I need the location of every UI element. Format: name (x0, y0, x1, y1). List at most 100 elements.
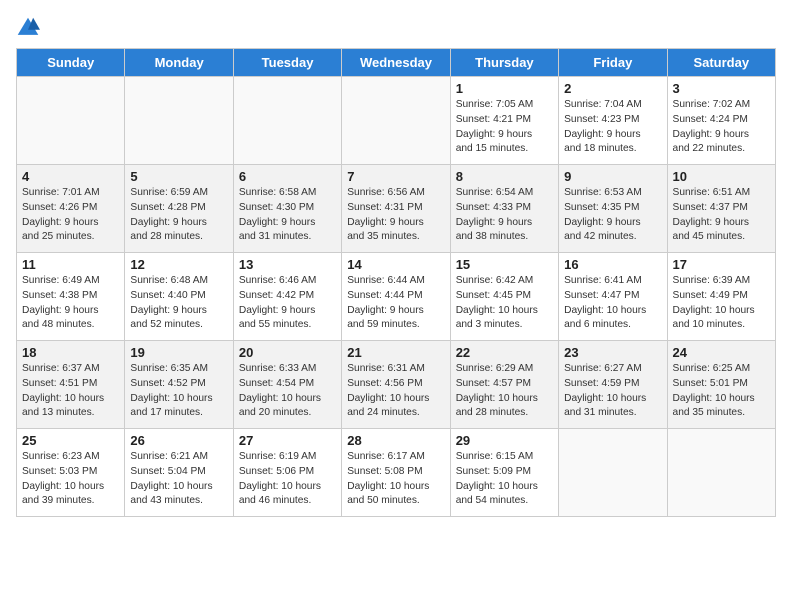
weekday-header-monday: Monday (125, 49, 233, 77)
day-info: Sunrise: 6:27 AM Sunset: 4:59 PM Dayligh… (564, 362, 661, 421)
day-info: Sunrise: 6:46 AM Sunset: 4:42 PM Dayligh… (239, 274, 336, 333)
day-info: Sunrise: 6:49 AM Sunset: 4:38 PM Dayligh… (22, 274, 119, 333)
day-info: Sunrise: 6:53 AM Sunset: 4:35 PM Dayligh… (564, 186, 661, 245)
table-row: 14 Sunrise: 6:44 AM Sunset: 4:44 PM Dayli… (342, 253, 450, 341)
table-row: 19 Sunrise: 6:35 AM Sunset: 4:52 PM Dayli… (125, 341, 233, 429)
day-number: 20 (239, 345, 336, 360)
table-row (233, 77, 341, 165)
day-number: 25 (22, 433, 119, 448)
day-info: Sunrise: 6:21 AM Sunset: 5:04 PM Dayligh… (130, 450, 227, 509)
day-info: Sunrise: 6:48 AM Sunset: 4:40 PM Dayligh… (130, 274, 227, 333)
table-row: 3 Sunrise: 7:02 AM Sunset: 4:24 PM Daylig… (667, 77, 775, 165)
table-row: 7 Sunrise: 6:56 AM Sunset: 4:31 PM Daylig… (342, 165, 450, 253)
table-row (17, 77, 125, 165)
table-row (342, 77, 450, 165)
table-row: 25 Sunrise: 6:23 AM Sunset: 5:03 PM Dayli… (17, 429, 125, 517)
calendar: SundayMondayTuesdayWednesdayThursdayFrid… (16, 48, 776, 517)
table-row: 29 Sunrise: 6:15 AM Sunset: 5:09 PM Dayli… (450, 429, 558, 517)
day-number: 18 (22, 345, 119, 360)
day-info: Sunrise: 6:58 AM Sunset: 4:30 PM Dayligh… (239, 186, 336, 245)
calendar-row-1: 1 Sunrise: 7:05 AM Sunset: 4:21 PM Daylig… (17, 77, 776, 165)
day-number: 3 (673, 81, 770, 96)
day-info: Sunrise: 7:05 AM Sunset: 4:21 PM Dayligh… (456, 98, 553, 157)
day-number: 27 (239, 433, 336, 448)
day-info: Sunrise: 6:29 AM Sunset: 4:57 PM Dayligh… (456, 362, 553, 421)
table-row: 20 Sunrise: 6:33 AM Sunset: 4:54 PM Dayli… (233, 341, 341, 429)
day-info: Sunrise: 6:44 AM Sunset: 4:44 PM Dayligh… (347, 274, 444, 333)
table-row: 8 Sunrise: 6:54 AM Sunset: 4:33 PM Daylig… (450, 165, 558, 253)
day-number: 12 (130, 257, 227, 272)
day-number: 24 (673, 345, 770, 360)
table-row: 6 Sunrise: 6:58 AM Sunset: 4:30 PM Daylig… (233, 165, 341, 253)
table-row (125, 77, 233, 165)
day-number: 14 (347, 257, 444, 272)
table-row: 1 Sunrise: 7:05 AM Sunset: 4:21 PM Daylig… (450, 77, 558, 165)
table-row: 27Sunrise: 6:19 AM Sunset: 5:06 PM Dayli… (233, 429, 341, 517)
day-number: 9 (564, 169, 661, 184)
day-number: 10 (673, 169, 770, 184)
weekday-header-tuesday: Tuesday (233, 49, 341, 77)
day-info: Sunrise: 6:33 AM Sunset: 4:54 PM Dayligh… (239, 362, 336, 421)
day-info: Sunrise: 6:51 AM Sunset: 4:37 PM Dayligh… (673, 186, 770, 245)
day-number: 5 (130, 169, 227, 184)
table-row: 4Sunrise: 7:01 AM Sunset: 4:26 PM Daylig… (17, 165, 125, 253)
day-number: 6 (239, 169, 336, 184)
table-row: 16 Sunrise: 6:41 AM Sunset: 4:47 PM Dayli… (559, 253, 667, 341)
day-number: 11 (22, 257, 119, 272)
day-info: Sunrise: 7:04 AM Sunset: 4:23 PM Dayligh… (564, 98, 661, 157)
day-number: 1 (456, 81, 553, 96)
day-number: 21 (347, 345, 444, 360)
day-info: Sunrise: 6:56 AM Sunset: 4:31 PM Dayligh… (347, 186, 444, 245)
logo (16, 16, 44, 40)
calendar-row-5: 25 Sunrise: 6:23 AM Sunset: 5:03 PM Dayli… (17, 429, 776, 517)
table-row: 17Sunrise: 6:39 AM Sunset: 4:49 PM Dayli… (667, 253, 775, 341)
day-number: 15 (456, 257, 553, 272)
table-row (667, 429, 775, 517)
weekday-header-friday: Friday (559, 49, 667, 77)
calendar-row-2: 4Sunrise: 7:01 AM Sunset: 4:26 PM Daylig… (17, 165, 776, 253)
header (16, 16, 776, 40)
day-info: Sunrise: 6:54 AM Sunset: 4:33 PM Dayligh… (456, 186, 553, 245)
day-number: 16 (564, 257, 661, 272)
day-number: 8 (456, 169, 553, 184)
day-number: 2 (564, 81, 661, 96)
day-info: Sunrise: 6:25 AM Sunset: 5:01 PM Dayligh… (673, 362, 770, 421)
day-info: Sunrise: 6:35 AM Sunset: 4:52 PM Dayligh… (130, 362, 227, 421)
weekday-header-thursday: Thursday (450, 49, 558, 77)
day-info: Sunrise: 6:42 AM Sunset: 4:45 PM Dayligh… (456, 274, 553, 333)
day-number: 23 (564, 345, 661, 360)
day-info: Sunrise: 6:31 AM Sunset: 4:56 PM Dayligh… (347, 362, 444, 421)
table-row (559, 429, 667, 517)
table-row: 22Sunrise: 6:29 AM Sunset: 4:57 PM Dayli… (450, 341, 558, 429)
day-info: Sunrise: 6:17 AM Sunset: 5:08 PM Dayligh… (347, 450, 444, 509)
table-row: 13Sunrise: 6:46 AM Sunset: 4:42 PM Dayli… (233, 253, 341, 341)
day-info: Sunrise: 6:37 AM Sunset: 4:51 PM Dayligh… (22, 362, 119, 421)
logo-icon (16, 16, 40, 40)
day-info: Sunrise: 6:41 AM Sunset: 4:47 PM Dayligh… (564, 274, 661, 333)
weekday-header-row: SundayMondayTuesdayWednesdayThursdayFrid… (17, 49, 776, 77)
calendar-row-3: 11 Sunrise: 6:49 AM Sunset: 4:38 PM Dayli… (17, 253, 776, 341)
day-number: 29 (456, 433, 553, 448)
day-info: Sunrise: 7:02 AM Sunset: 4:24 PM Dayligh… (673, 98, 770, 157)
table-row: 23 Sunrise: 6:27 AM Sunset: 4:59 PM Dayli… (559, 341, 667, 429)
table-row: 26 Sunrise: 6:21 AM Sunset: 5:04 PM Dayli… (125, 429, 233, 517)
day-info: Sunrise: 6:15 AM Sunset: 5:09 PM Dayligh… (456, 450, 553, 509)
day-number: 17 (673, 257, 770, 272)
table-row: 15 Sunrise: 6:42 AM Sunset: 4:45 PM Dayli… (450, 253, 558, 341)
table-row: 28Sunrise: 6:17 AM Sunset: 5:08 PM Dayli… (342, 429, 450, 517)
table-row: 11 Sunrise: 6:49 AM Sunset: 4:38 PM Dayli… (17, 253, 125, 341)
day-number: 26 (130, 433, 227, 448)
table-row: 24 Sunrise: 6:25 AM Sunset: 5:01 PM Dayli… (667, 341, 775, 429)
table-row: 18 Sunrise: 6:37 AM Sunset: 4:51 PM Dayli… (17, 341, 125, 429)
table-row: 12 Sunrise: 6:48 AM Sunset: 4:40 PM Dayli… (125, 253, 233, 341)
weekday-header-saturday: Saturday (667, 49, 775, 77)
calendar-row-4: 18 Sunrise: 6:37 AM Sunset: 4:51 PM Dayli… (17, 341, 776, 429)
day-info: Sunrise: 7:01 AM Sunset: 4:26 PM Dayligh… (22, 186, 119, 245)
table-row: 9 Sunrise: 6:53 AM Sunset: 4:35 PM Daylig… (559, 165, 667, 253)
table-row: 5Sunrise: 6:59 AM Sunset: 4:28 PM Daylig… (125, 165, 233, 253)
day-info: Sunrise: 6:23 AM Sunset: 5:03 PM Dayligh… (22, 450, 119, 509)
day-number: 7 (347, 169, 444, 184)
table-row: 21 Sunrise: 6:31 AM Sunset: 4:56 PM Dayli… (342, 341, 450, 429)
day-number: 19 (130, 345, 227, 360)
weekday-header-sunday: Sunday (17, 49, 125, 77)
